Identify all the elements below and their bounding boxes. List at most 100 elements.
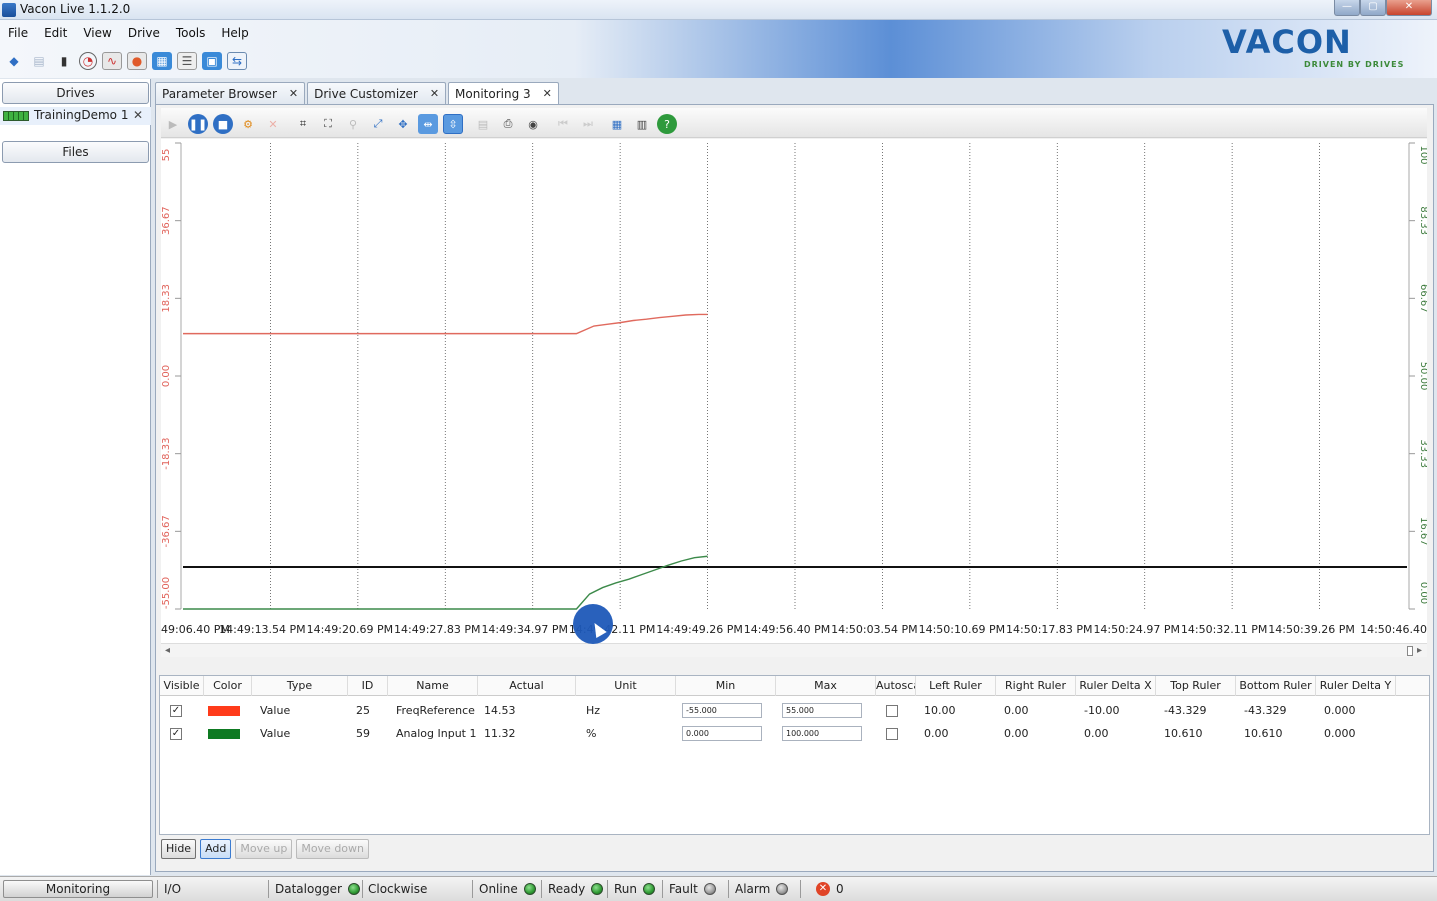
col-min: Min [676, 676, 776, 696]
drive-status-icon [3, 111, 29, 121]
visible-checkbox[interactable]: ✓ [170, 728, 182, 740]
drive-list-item[interactable]: TrainingDemo 1 ✕ [0, 107, 151, 125]
maximize-button[interactable]: ▢ [1360, 0, 1386, 16]
min-input[interactable]: 0.000 [682, 726, 762, 741]
gauge-icon[interactable]: ◔ [79, 52, 97, 70]
monitor-record-icon[interactable]: ● [127, 52, 147, 70]
files-button[interactable]: Files [2, 141, 149, 163]
cell-id: 25 [356, 704, 370, 717]
fit-icon[interactable]: ⤢ [368, 114, 388, 134]
horizontal-ruler-icon[interactable]: ⇹ [418, 114, 438, 134]
datalogger-status[interactable]: Datalogger [275, 880, 360, 898]
play-icon[interactable]: ▶ [163, 114, 183, 134]
step-back-icon[interactable]: ⏮ [553, 114, 573, 134]
menu-help[interactable]: Help [213, 24, 256, 42]
color-swatch[interactable] [208, 706, 240, 716]
visible-checkbox[interactable]: ✓ [170, 705, 182, 717]
close-drive-icon[interactable]: ✕ [133, 108, 143, 122]
document-tabs: Parameter Browser ✕ Drive Customizer ✕ M… [155, 82, 561, 104]
autoscale-checkbox[interactable] [886, 705, 898, 717]
scroll-right-icon[interactable]: ▸ [1417, 644, 1422, 658]
save-chart-icon[interactable]: ▤ [473, 114, 493, 134]
crop-icon[interactable]: ⌗ [293, 114, 313, 134]
max-input[interactable]: 100.000 [782, 726, 862, 741]
table-icon[interactable]: ▥ [632, 114, 652, 134]
chart-horizontal-scrollbar[interactable]: ◂ ▸ [161, 643, 1427, 657]
col-top-ruler: Top Ruler [1156, 676, 1236, 696]
table-row[interactable]: ✓ Value 25 FreqReference 14.53 Hz -55.00… [160, 700, 1429, 722]
parameter-window-icon[interactable]: ▦ [152, 52, 172, 70]
screenshot-icon[interactable]: ◉ [523, 114, 543, 134]
status-divider [607, 880, 608, 898]
tab-parameter-browser[interactable]: Parameter Browser ✕ [155, 82, 306, 104]
trend-chart-icon[interactable]: ∿ [102, 52, 122, 70]
min-input[interactable]: -55.000 [682, 703, 762, 718]
col-ruler-delta-y: Ruler Delta Y [1316, 676, 1396, 696]
stop-icon[interactable]: ■ [213, 114, 233, 134]
menu-view[interactable]: View [75, 24, 119, 42]
monitoring-panel: ▶ ❚❚ ■ ⚙ ✕ ⌗ ⛶ ⚲ ⤢ ✥ ⇹ ⇳ ▤ ⎙ ◉ ⏮ ⏭ ▦ ▥ ?… [155, 104, 1434, 872]
connect-icon[interactable]: ◆ [4, 52, 24, 70]
scroll-left-icon[interactable]: ◂ [165, 644, 170, 658]
close-tab-icon[interactable]: ✕ [430, 87, 439, 100]
series-line-analog-input-1 [183, 555, 708, 610]
status-divider [541, 880, 542, 898]
col-type: Type [252, 676, 348, 696]
drive-device-icon[interactable]: ▮ [54, 52, 74, 70]
trend-chart[interactable]: 55 36.67 18.33 0.00 -18.33 -36.67 -55.00 100 83.… [161, 139, 1427, 647]
customizer-window-icon[interactable]: ⇆ [227, 52, 247, 70]
menu-tools[interactable]: Tools [168, 24, 214, 42]
alarm-status: Alarm [735, 880, 789, 898]
save-icon[interactable]: ▤ [29, 52, 49, 70]
vertical-ruler-icon[interactable]: ⇳ [443, 114, 463, 134]
close-window-button[interactable]: ✕ [1386, 0, 1432, 16]
monitoring-status-button[interactable]: Monitoring [3, 880, 153, 898]
io-status[interactable]: I/O [164, 880, 181, 898]
x-axis-tick-label: 14:50:39.26 PM [1268, 623, 1355, 636]
print-icon[interactable]: ⎙ [498, 114, 518, 134]
list-window-icon[interactable]: ☰ [177, 52, 197, 70]
move-up-button[interactable]: Move up [235, 839, 293, 859]
select-region-icon[interactable]: ⛶ [318, 114, 338, 134]
pause-icon[interactable]: ❚❚ [188, 114, 208, 134]
error-status[interactable]: ✕ 0 [816, 880, 844, 898]
add-button[interactable]: Add [200, 839, 232, 859]
table-row[interactable]: ✓ Value 59 Analog Input 1 11.32 % 0.000 … [160, 723, 1429, 745]
run-status: Run [614, 880, 656, 898]
hide-button[interactable]: Hide [161, 839, 197, 859]
settings-icon[interactable]: ⚙ [238, 114, 258, 134]
step-forward-icon[interactable]: ⏭ [578, 114, 598, 134]
x-axis-tick-label: 14:49:34.97 PM [481, 623, 568, 636]
left-axis-tick-label: 36.67 [161, 206, 172, 235]
datalogger-window-icon[interactable]: ▣ [202, 52, 222, 70]
calendar-icon[interactable]: ▦ [607, 114, 627, 134]
menu-edit[interactable]: Edit [36, 24, 75, 42]
logo-tagline: DRIVEN BY DRIVES [1304, 60, 1405, 69]
vacon-logo: VACON DRIVEN BY DRIVES [1222, 24, 1422, 74]
autoscale-checkbox[interactable] [886, 728, 898, 740]
close-tab-icon[interactable]: ✕ [289, 87, 298, 100]
status-divider [662, 880, 663, 898]
menu-file[interactable]: File [0, 24, 36, 42]
help-icon[interactable]: ? [657, 114, 677, 134]
align-center-icon[interactable]: ✥ [393, 114, 413, 134]
ready-led-icon [591, 883, 604, 895]
cell-ruler-delta-y: 0.000 [1324, 727, 1356, 740]
drives-button[interactable]: Drives [2, 82, 149, 104]
tab-drive-customizer[interactable]: Drive Customizer ✕ [307, 82, 447, 104]
close-tab-icon[interactable]: ✕ [543, 87, 552, 100]
move-down-button[interactable]: Move down [296, 839, 370, 859]
tab-monitoring-3[interactable]: Monitoring 3 ✕ [448, 82, 559, 104]
color-swatch[interactable] [208, 729, 240, 739]
max-input[interactable]: 55.000 [782, 703, 862, 718]
col-name: Name [388, 676, 478, 696]
alarm-label: Alarm [735, 882, 771, 896]
scroll-thumb[interactable] [1407, 646, 1413, 656]
zoom-icon[interactable]: ⚲ [343, 114, 363, 134]
menu-drive[interactable]: Drive [120, 24, 168, 42]
cell-actual: 11.32 [484, 727, 516, 740]
minimize-button[interactable]: — [1334, 0, 1360, 16]
cell-top-ruler: 10.610 [1164, 727, 1203, 740]
delete-icon[interactable]: ✕ [263, 114, 283, 134]
left-axis-tick-label: 55 [161, 149, 172, 162]
